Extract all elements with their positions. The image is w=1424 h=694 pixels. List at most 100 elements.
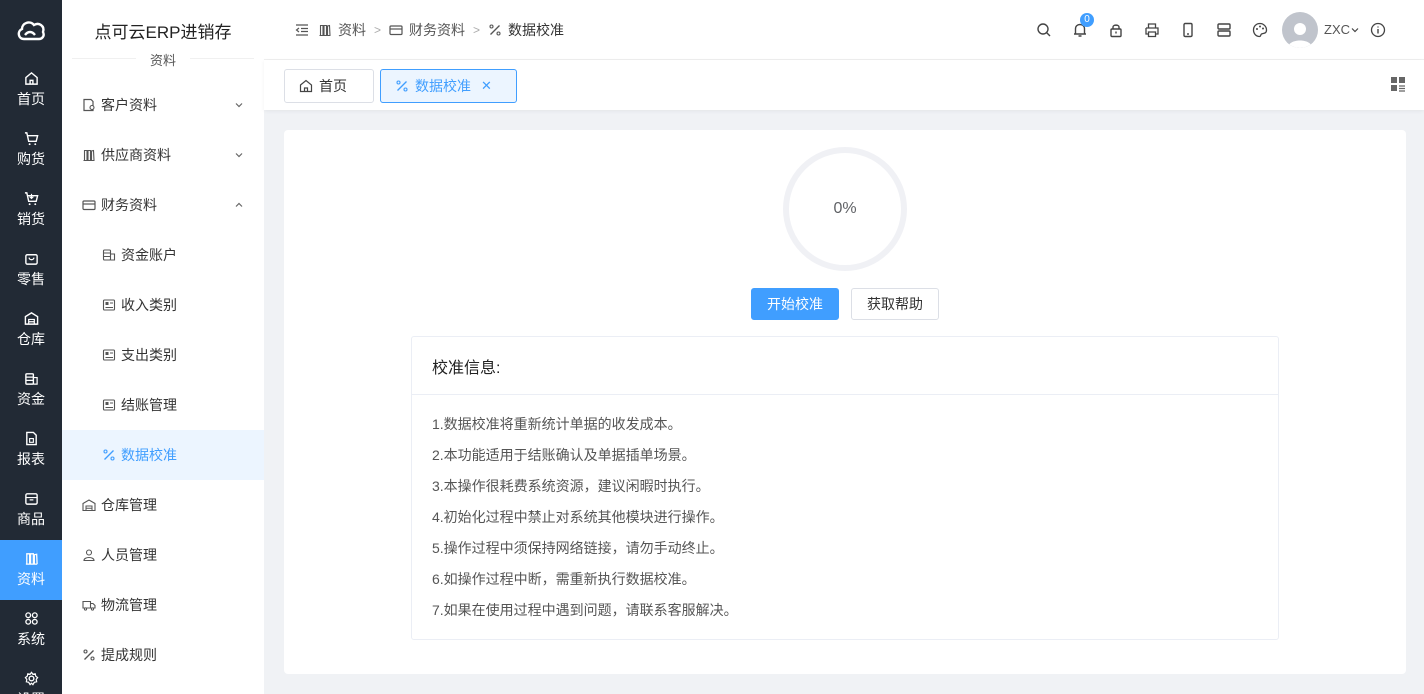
gear-icon — [24, 671, 38, 686]
books-icon — [25, 553, 38, 565]
chevron-down-icon — [1351, 27, 1359, 32]
search-icon[interactable] — [1026, 22, 1062, 38]
rail-item-funds[interactable]: 资金 — [0, 360, 62, 420]
rail-item-label: 系统 — [17, 631, 45, 647]
notification-badge: 0 — [1080, 12, 1094, 27]
chevron-up-icon — [235, 202, 243, 207]
menu-item-fund-accounts[interactable]: 资金账户 — [62, 230, 264, 280]
page-tabs-bar: 首页 数据校准 ✕ — [264, 60, 1424, 110]
info-line: 5.操作过程中须保持网络链接，请勿手动终止。 — [432, 540, 724, 556]
avatar[interactable] — [1282, 11, 1318, 48]
breadcrumb-item-current: 数据校准 — [488, 20, 564, 40]
bell-icon[interactable]: 0 — [1062, 12, 1098, 38]
tab-grid-icon[interactable] — [1390, 76, 1406, 92]
menu-item-logistics-management[interactable]: 物流管理 — [62, 580, 264, 630]
info-card-body: 1.数据校准将重新统计单据的收发成本。 2.本功能适用于结账确认及单据插单场景。… — [412, 395, 1278, 626]
cart-icon — [24, 132, 38, 146]
menu-item-label: 人员管理 — [101, 547, 157, 563]
breadcrumb-separator-icon: > — [473, 22, 481, 37]
header-toolbar: 0 ZXC — [1026, 11, 1424, 48]
menu-item-label: 资金账户 — [121, 247, 177, 263]
rail-item-data[interactable]: 资料 — [0, 540, 62, 600]
menu-item-label: 客户资料 — [101, 97, 157, 113]
category-icon — [102, 349, 116, 361]
breadcrumb-item[interactable]: 财务资料 — [389, 20, 465, 40]
percent-icon — [83, 649, 95, 661]
card-icon — [82, 200, 96, 211]
rail-item-reports[interactable]: 报表 — [0, 420, 62, 480]
percent-icon — [396, 80, 408, 92]
percent-icon — [103, 449, 115, 461]
mobile-icon[interactable] — [1170, 22, 1206, 38]
menu-item-closing-management[interactable]: 结账管理 — [62, 380, 264, 430]
cart-out-icon — [24, 192, 38, 206]
menu-item-label: 数据校准 — [121, 447, 177, 463]
books-icon — [319, 24, 331, 36]
menu-item-data-calibration[interactable]: 数据校准 — [62, 430, 264, 480]
tab-label: 首页 — [319, 78, 347, 94]
rail-item-label: 购货 — [17, 151, 45, 167]
info-line: 3.本操作很耗费系统资源，建议闲暇时执行。 — [432, 478, 710, 494]
calibration-panel: 0% 开始校准 获取帮助 校准信息: 1.数据校准将重新统计单据的收发成本。 2… — [284, 130, 1406, 674]
rail-item-products[interactable]: 商品 — [0, 480, 62, 540]
rail-item-settings[interactable]: 设置 — [0, 660, 62, 694]
info-card-title: 校准信息: — [412, 337, 1278, 395]
menu-item-label: 支出类别 — [121, 347, 177, 363]
printer-icon[interactable] — [1134, 22, 1170, 38]
breadcrumb-item[interactable]: 资料 — [318, 20, 366, 40]
rail-item-label: 资金 — [17, 391, 45, 407]
menu-fold-icon[interactable] — [294, 22, 310, 38]
close-icon[interactable]: ✕ — [481, 78, 492, 94]
menu-item-label: 结账管理 — [121, 397, 177, 413]
rail-item-label: 零售 — [17, 271, 45, 287]
secondary-sidebar: 点可云ERP进销存 资料 客户资料 供应商资料 财务资料 资金账户 收入类别 支… — [62, 0, 264, 694]
tab-home[interactable]: 首页 — [284, 69, 374, 103]
warehouse-icon — [24, 312, 38, 325]
menu-item-finance[interactable]: 财务资料 — [62, 180, 264, 230]
bag-icon — [24, 254, 38, 265]
rail-item-warehouse[interactable]: 仓库 — [0, 300, 62, 360]
get-help-button[interactable]: 获取帮助 — [851, 288, 939, 320]
menu-item-label: 供应商资料 — [101, 147, 171, 163]
menu-item-label: 收入类别 — [121, 297, 177, 313]
layout-icon[interactable] — [1206, 22, 1242, 38]
rail-item-label: 资料 — [17, 571, 45, 587]
progress-percent-text: 0% — [833, 200, 857, 217]
menu-item-warehouse-management[interactable]: 仓库管理 — [62, 480, 264, 530]
menu-item-income-categories[interactable]: 收入类别 — [62, 280, 264, 330]
category-icon — [102, 299, 116, 311]
menu-item-commission-rules[interactable]: 提成规则 — [62, 630, 264, 680]
breadcrumb: 资料 > 财务资料 > 数据校准 — [318, 20, 564, 40]
menu-item-staff-management[interactable]: 人员管理 — [62, 530, 264, 580]
user-menu[interactable]: ZXC — [1324, 22, 1360, 37]
menu-item-customers[interactable]: 客户资料 — [62, 80, 264, 130]
rail-item-purchase[interactable]: 购货 — [0, 120, 62, 180]
rail-item-home[interactable]: 首页 — [0, 60, 62, 120]
menu-item-suppliers[interactable]: 供应商资料 — [62, 130, 264, 180]
menu-item-label: 物流管理 — [101, 597, 157, 613]
books-icon — [83, 149, 95, 162]
cloud-logo-icon[interactable] — [0, 0, 62, 60]
calibration-info-card: 校准信息: 1.数据校准将重新统计单据的收发成本。 2.本功能适用于结账确认及单… — [411, 336, 1279, 640]
rail-item-label: 仓库 — [17, 331, 45, 347]
rail-item-label: 报表 — [17, 451, 45, 467]
tab-data-calibration[interactable]: 数据校准 ✕ — [380, 69, 517, 103]
rail-item-label: 设置 — [17, 689, 45, 694]
lock-icon[interactable] — [1098, 22, 1134, 38]
menu-item-label: 仓库管理 — [101, 497, 157, 513]
main-nav-rail: 首页 购货 销货 零售 仓库 资金 报表 商品 资料 系统 设置 — [0, 0, 62, 694]
category-icon — [102, 399, 116, 411]
rail-item-sales[interactable]: 销货 — [0, 180, 62, 240]
info-icon[interactable] — [1360, 22, 1396, 38]
apps-icon — [24, 612, 38, 625]
menu-item-label: 财务资料 — [101, 197, 157, 213]
menu-item-expense-categories[interactable]: 支出类别 — [62, 330, 264, 380]
report-icon — [25, 431, 37, 446]
start-calibration-button[interactable]: 开始校准 — [751, 288, 839, 320]
rail-item-retail[interactable]: 零售 — [0, 240, 62, 300]
home-icon — [24, 71, 38, 85]
home-icon — [299, 79, 313, 93]
coins-icon — [24, 373, 38, 385]
rail-item-system[interactable]: 系统 — [0, 600, 62, 660]
palette-icon[interactable] — [1242, 22, 1278, 38]
